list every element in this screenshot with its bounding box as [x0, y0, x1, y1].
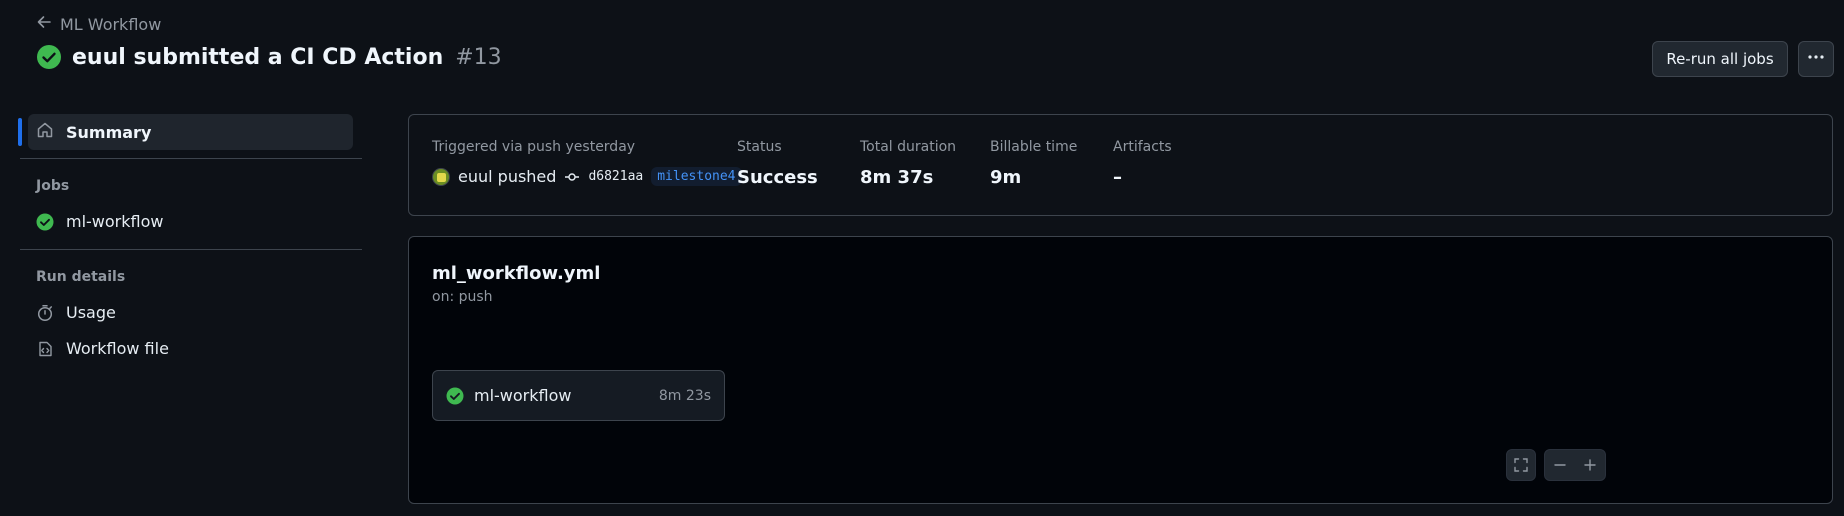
- sidebar-item-label: ml-workflow: [66, 212, 164, 231]
- minus-icon: [1552, 457, 1568, 473]
- workflow-trigger: on: push: [432, 289, 493, 305]
- billable-field: Billable time 9m: [990, 139, 1077, 188]
- avatar[interactable]: [432, 167, 450, 186]
- artifacts-label: Artifacts: [1113, 139, 1172, 155]
- active-indicator: [18, 118, 22, 146]
- page-title-row: euul submitted a CI CD Action #13: [36, 44, 502, 70]
- run-sidebar: Summary Jobs ml-workflow Run details Usa…: [0, 110, 370, 516]
- stopwatch-icon: [36, 304, 54, 322]
- fullscreen-button[interactable]: [1506, 449, 1536, 481]
- zoom-controls: [1544, 449, 1606, 481]
- sidebar-item-label: Summary: [66, 122, 152, 142]
- duration-value: 8m 37s: [860, 167, 934, 188]
- status-label: Status: [737, 139, 782, 155]
- success-check-icon: [36, 44, 62, 70]
- trigger-field: Triggered via push yesterday euul pushed…: [432, 139, 742, 186]
- divider: [20, 158, 362, 159]
- branch-badge[interactable]: milestone4: [651, 167, 742, 186]
- more-options-button[interactable]: [1798, 41, 1834, 77]
- artifacts-value: –: [1113, 167, 1122, 188]
- workflow-graph-card: ml_workflow.yml on: push ml-workflow 8m …: [408, 236, 1833, 504]
- job-duration: 8m 23s: [658, 387, 711, 404]
- page-title: euul submitted a CI CD Action: [72, 44, 444, 70]
- sidebar-item-summary[interactable]: Summary: [18, 114, 353, 150]
- commit-sha-link[interactable]: d6821aa: [588, 169, 643, 184]
- duration-field: Total duration 8m 37s: [860, 139, 956, 188]
- git-commit-icon: [564, 169, 580, 185]
- status-field: Status Success: [737, 139, 818, 188]
- success-check-icon: [446, 387, 464, 405]
- zoom-out-button[interactable]: [1545, 450, 1575, 480]
- back-link[interactable]: ML Workflow: [36, 14, 161, 34]
- run-header: ML Workflow euul submitted a CI CD Actio…: [0, 0, 1844, 110]
- sidebar-item-label: Usage: [66, 303, 116, 322]
- sidebar-item-usage[interactable]: Usage: [36, 303, 116, 322]
- status-value: Success: [737, 167, 818, 188]
- run-details-heading: Run details: [36, 269, 126, 285]
- plus-icon: [1582, 457, 1598, 473]
- run-summary-card: Triggered via push yesterday euul pushed…: [408, 114, 1833, 216]
- job-node-ml-workflow[interactable]: ml-workflow 8m 23s: [432, 370, 725, 421]
- rerun-all-jobs-button[interactable]: Re-run all jobs: [1652, 41, 1788, 77]
- duration-label: Total duration: [860, 139, 957, 155]
- run-number: #13: [455, 44, 502, 70]
- sidebar-item-workflow-file[interactable]: Workflow file: [36, 339, 169, 358]
- zoom-in-button[interactable]: [1575, 450, 1605, 480]
- job-name: ml-workflow: [474, 386, 572, 405]
- workflow-file-name: ml_workflow.yml: [432, 263, 601, 284]
- billable-label: Billable time: [990, 139, 1078, 155]
- trigger-details: euul pushed d6821aa milestone4: [432, 167, 742, 186]
- divider: [20, 249, 362, 250]
- sidebar-item-label: Workflow file: [66, 339, 169, 358]
- billable-value: 9m: [990, 167, 1022, 188]
- artifacts-field: Artifacts –: [1113, 139, 1172, 188]
- arrow-left-icon: [36, 14, 52, 34]
- file-code-icon: [36, 340, 54, 358]
- back-link-label: ML Workflow: [60, 14, 162, 34]
- kebab-horizontal-icon: [1807, 48, 1825, 70]
- actor-label[interactable]: euul pushed: [458, 167, 556, 186]
- trigger-label: Triggered via push yesterday: [432, 139, 636, 155]
- sidebar-item-ml-workflow[interactable]: ml-workflow: [36, 212, 163, 231]
- success-check-icon: [36, 213, 54, 231]
- home-icon: [36, 121, 54, 143]
- fullscreen-icon: [1513, 457, 1529, 473]
- jobs-heading: Jobs: [36, 178, 70, 194]
